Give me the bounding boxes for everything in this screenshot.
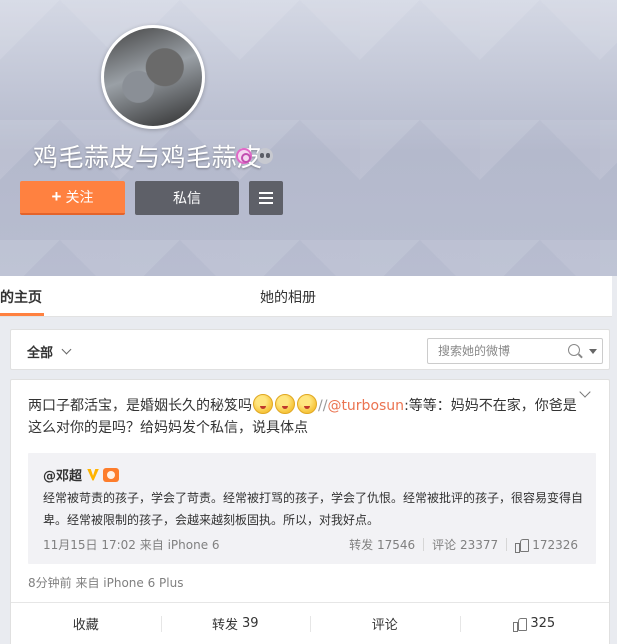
chevron-down-icon	[61, 344, 72, 355]
weibo-post-card: 两口子都活宝，是婚姻长久的秘笈吗//@turbosun:等等：妈妈不在家，你爸是…	[10, 379, 610, 644]
like-button[interactable]: 325	[459, 603, 610, 644]
avatar[interactable]	[101, 25, 205, 129]
follow-button-label: 关注	[65, 189, 94, 205]
collect-button[interactable]: 收藏	[11, 603, 161, 644]
smile-emoji-icon	[275, 394, 295, 414]
repost-like-link[interactable]: 172326	[515, 538, 578, 553]
caret-down-icon[interactable]	[589, 349, 597, 354]
tab-album[interactable]: 她的相册	[260, 287, 316, 307]
comment-button[interactable]: 评论	[310, 603, 460, 644]
repost-meta[interactable]: 11月15日 17:02 来自 iPhone 6	[43, 536, 220, 553]
message-button[interactable]: 私信	[135, 181, 239, 215]
tab-home[interactable]: 的主页	[0, 287, 42, 307]
post-action-bar: 收藏 转发 39 评论 325	[11, 602, 609, 644]
filter-all-label: 全部	[27, 346, 54, 361]
verified-v-icon[interactable]	[87, 468, 100, 481]
hamburger-menu-icon	[259, 192, 273, 204]
repost-stats: 转发 17546 评论 23377 172326	[349, 536, 578, 553]
repost-forward-link[interactable]: 转发 17546	[349, 536, 415, 553]
post-text-main: 两口子都活宝，是婚姻长久的秘笈吗	[28, 398, 252, 414]
smile-emoji-icon	[253, 394, 273, 414]
member-level-icon[interactable]	[236, 148, 252, 164]
more-menu-button[interactable]	[249, 181, 283, 215]
reposted-content: @邓超 经常被苛责的孩子，学会了苛责。经常被打骂的孩子，学会了仇恨。经常被批评的…	[28, 453, 596, 564]
member-badge-icon[interactable]	[103, 467, 120, 482]
profile-name: 鸡毛蒜皮与鸡毛蒜皮	[33, 143, 263, 172]
plus-icon: +	[51, 187, 62, 206]
post-text: 两口子都活宝，是婚姻长久的秘笈吗//@turbosun:等等：妈妈不在家，你爸是…	[28, 394, 588, 439]
search-icon[interactable]	[568, 344, 580, 356]
repost-author: @邓超	[43, 465, 120, 484]
thumbs-up-icon	[515, 538, 530, 553]
mention-link[interactable]: @turbosun	[327, 398, 404, 414]
profile-header: 鸡毛蒜皮与鸡毛蒜皮 + 关注 私信	[0, 0, 617, 276]
profile-tabs: 的主页 她的相册	[0, 276, 612, 317]
follow-button[interactable]: + 关注	[20, 181, 125, 215]
search-box	[427, 338, 603, 364]
repost-comment-link[interactable]: 评论 23377	[432, 536, 498, 553]
forward-button[interactable]: 转发 39	[160, 603, 311, 644]
smile-emoji-icon	[297, 394, 317, 414]
message-button-label: 私信	[173, 190, 201, 206]
post-meta[interactable]: 8分钟前 来自 iPhone 6 Plus	[28, 574, 183, 591]
feed-filter-bar: 全部	[10, 329, 610, 370]
search-input[interactable]	[428, 339, 558, 363]
mascot-icon[interactable]	[257, 148, 273, 164]
repost-text: 经常被苛责的孩子，学会了苛责。经常被打骂的孩子，学会了仇恨。经常被批评的孩子，很…	[43, 491, 584, 527]
filter-all-dropdown[interactable]: 全部	[27, 342, 72, 361]
repost-author-link[interactable]: @邓超	[43, 465, 82, 484]
thumbs-up-icon	[513, 617, 528, 632]
active-tab-indicator	[0, 313, 44, 316]
